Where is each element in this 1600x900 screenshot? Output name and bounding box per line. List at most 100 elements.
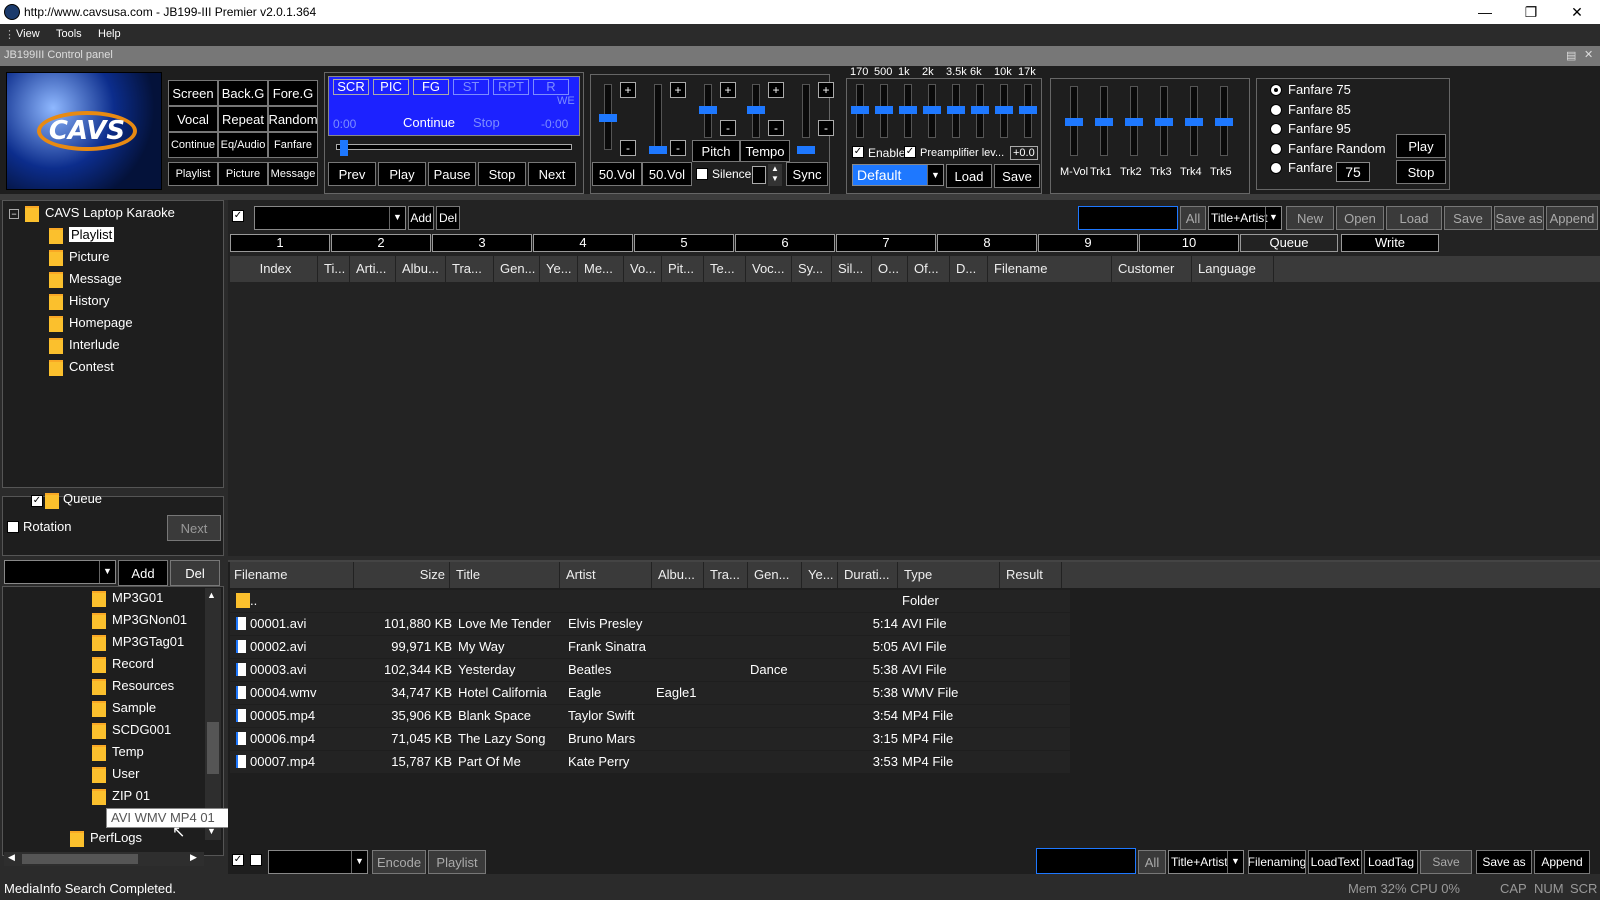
mode-button-2[interactable]: Fore.G [268,80,318,106]
playlist-column-18[interactable]: Customer [1114,256,1192,282]
mode-button-9[interactable]: Playlist [168,162,218,186]
table-row[interactable]: 00003.avi 102,344 KB Yesterday Beatles D… [230,659,1070,681]
player-tag-0[interactable]: SCR [333,79,369,95]
fanfare-radio-2[interactable] [1270,123,1282,135]
minus-icon[interactable]: - [768,120,784,136]
transport-button-1[interactable]: Play [378,162,426,186]
tree-item-0[interactable]: Playlist [49,225,115,245]
file-column-9[interactable]: Type [900,562,1000,588]
player-tag-3[interactable]: ST [453,79,489,95]
file-column-8[interactable]: Durati... [840,562,898,588]
playlist-column-4[interactable]: Tra... [448,256,494,282]
transport-button-3[interactable]: Stop [478,162,526,186]
mixer-slider-1[interactable] [654,84,662,150]
bottom-append-button[interactable]: Append [1534,850,1590,874]
tree-item-2[interactable]: Message [49,269,122,289]
eq-thumb-2[interactable] [899,106,917,114]
pitch-button[interactable]: Pitch [692,140,740,162]
next-button[interactable]: Next [167,515,221,541]
collapse-icon[interactable]: − [9,209,19,219]
eq-thumb-5[interactable] [971,106,989,114]
track-thumb-2[interactable] [1125,118,1143,126]
tree-item-4[interactable]: Homepage [49,313,133,333]
playlist-column-12[interactable]: Sy... [794,256,832,282]
track-thumb-1[interactable] [1095,118,1113,126]
fanfare-radio-1[interactable] [1270,103,1282,116]
table-row[interactable]: 00007.mp4 15,787 KB Part Of Me Kate Perr… [230,751,1070,773]
rotation-checkbox[interactable] [7,521,19,533]
playlist-column-15[interactable]: Of... [910,256,950,282]
track-thumb-4[interactable] [1185,118,1203,126]
minimize-icon[interactable]: — [1462,0,1508,24]
folder-item-7[interactable]: Temp [92,742,144,762]
folder-item-5[interactable]: Sample [92,698,156,718]
sync-button[interactable]: Sync [786,162,828,186]
playlist-field-select[interactable]: Title+Artist ▼ [1208,206,1282,230]
fanfare-value[interactable]: 75 [1336,162,1370,182]
seek-thumb[interactable] [340,140,348,156]
playlist-tab-11[interactable]: Write [1341,234,1439,252]
playlist-column-16[interactable]: D... [952,256,988,282]
scroll-left-icon[interactable]: ◀ [8,852,15,863]
pin-icon[interactable]: ▤ [1566,49,1576,62]
plus-icon[interactable]: + [620,82,636,98]
playlist-tab-2[interactable]: 3 [432,234,532,252]
scroll-up-icon[interactable]: ▲ [207,590,216,600]
playlist-column-17[interactable]: Filename [990,256,1112,282]
mixer-thumb-3[interactable] [747,106,765,114]
eq-load-button[interactable]: Load [946,164,992,188]
queue-add-button[interactable]: Add [118,560,168,586]
playlist-column-9[interactable]: Pit... [664,256,704,282]
queue-checkbox[interactable]: ✓ [31,495,43,507]
file-column-7[interactable]: Ye... [804,562,838,588]
playlist-all-button[interactable]: All [1180,206,1206,230]
playlist-load-button[interactable]: Load [1386,206,1442,230]
track-thumb-0[interactable] [1065,118,1083,126]
minus-icon[interactable]: - [720,120,736,136]
playlist-add-button[interactable]: Add [408,206,434,230]
mode-button-11[interactable]: Message [268,162,318,186]
eq-thumb-3[interactable] [923,106,941,114]
playlist-new-button[interactable]: New [1286,206,1334,230]
playlist-checkbox[interactable]: ✓ [232,210,244,222]
folder-item-0[interactable]: MP3G01 [92,588,163,608]
eq-thumb-1[interactable] [875,106,893,114]
tree-root[interactable]: − CAVS Laptop Karaoke [9,203,175,223]
silence-value[interactable] [752,166,766,184]
eq-thumb-0[interactable] [851,106,869,114]
playlist-tab-5[interactable]: 6 [735,234,835,252]
file-column-2[interactable]: Title [452,562,560,588]
playlist-column-0[interactable]: Index [230,256,318,282]
minus-icon[interactable]: - [670,140,686,156]
hscroll-thumb[interactable] [22,854,138,864]
bottom-checkbox-1[interactable]: ✓ [232,854,244,866]
transport-button-2[interactable]: Pause [428,162,476,186]
tree-item-6[interactable]: Contest [49,357,114,377]
mode-button-0[interactable]: Screen [168,80,218,106]
table-row[interactable]: 00001.avi 101,880 KB Love Me Tender Elvi… [230,613,1070,635]
playlist-column-19[interactable]: Language [1194,256,1274,282]
file-column-3[interactable]: Artist [562,562,652,588]
folder-item-8[interactable]: User [92,764,139,784]
mode-button-1[interactable]: Back.G [218,80,268,106]
plus-icon[interactable]: + [768,82,784,98]
playlist-column-13[interactable]: Sil... [834,256,872,282]
playlist-tab-7[interactable]: 8 [937,234,1037,252]
folder-item-4[interactable]: Resources [92,676,174,696]
playlist-column-7[interactable]: Me... [580,256,624,282]
plus-icon[interactable]: + [720,82,736,98]
playlist-column-3[interactable]: Albu... [398,256,446,282]
folder-item-9[interactable]: ZIP 01 [92,786,150,806]
eq-save-button[interactable]: Save [994,164,1040,188]
horizontal-scrollbar[interactable]: ◀ ▶ [4,852,204,866]
queue-del-button[interactable]: Del [170,560,220,586]
playlist-open-button[interactable]: Open [1336,206,1384,230]
file-all-button[interactable]: All [1138,850,1166,874]
playlist-tab-6[interactable]: 7 [836,234,936,252]
minus-icon[interactable]: - [818,120,834,136]
close-icon[interactable]: ✕ [1554,0,1600,24]
mode-button-8[interactable]: Fanfare [268,132,318,158]
playlist-column-11[interactable]: Voc... [748,256,792,282]
folder-item-3[interactable]: Record [92,654,154,674]
mode-button-7[interactable]: Eq/Audio [218,132,268,158]
